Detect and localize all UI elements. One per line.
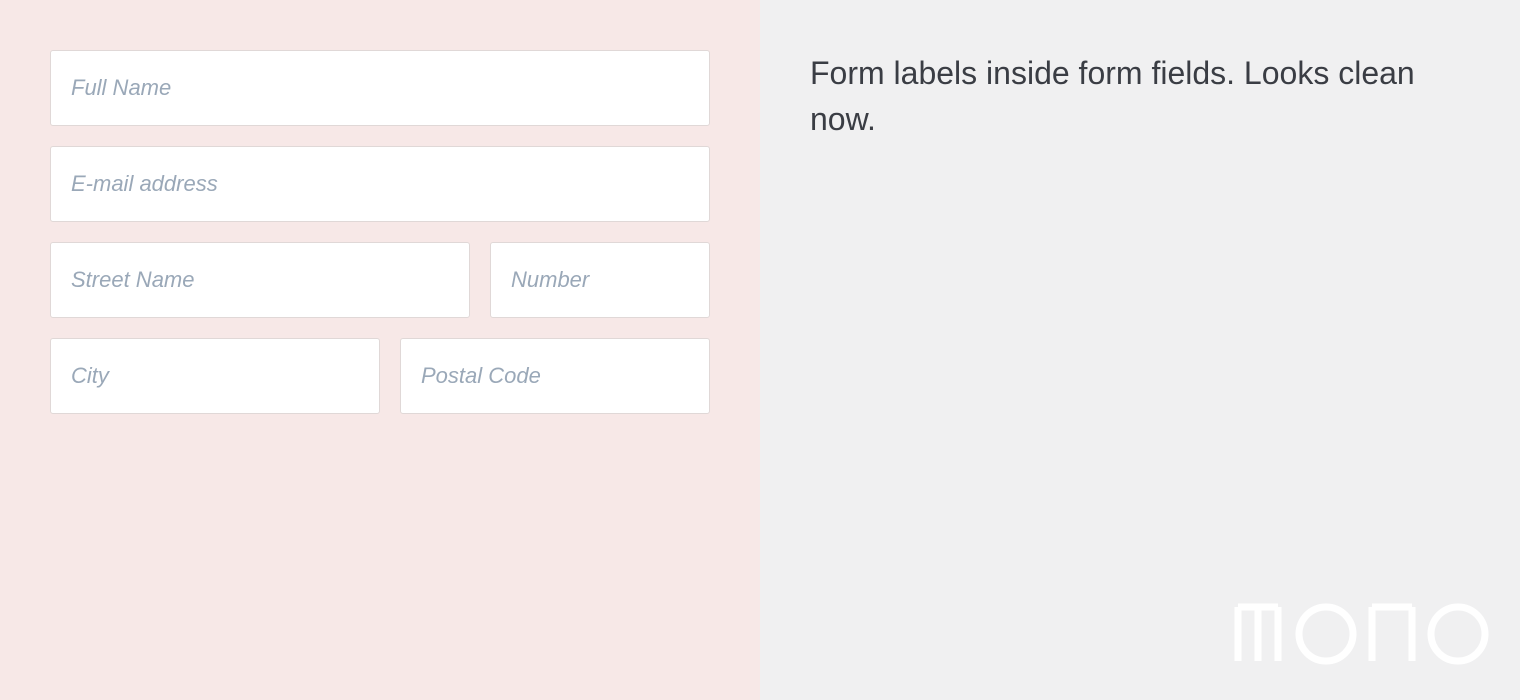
caption-text: Form labels inside form fields. Looks cl… bbox=[810, 50, 1470, 143]
full-name-input[interactable] bbox=[50, 50, 710, 126]
postal-code-input[interactable] bbox=[400, 338, 710, 414]
form-container bbox=[50, 50, 710, 414]
street-name-input[interactable] bbox=[50, 242, 470, 318]
email-input[interactable] bbox=[50, 146, 710, 222]
caption-panel: Form labels inside form fields. Looks cl… bbox=[760, 0, 1520, 700]
number-input[interactable] bbox=[490, 242, 710, 318]
city-input[interactable] bbox=[50, 338, 380, 414]
form-panel bbox=[0, 0, 760, 700]
mono-logo bbox=[1230, 599, 1490, 682]
street-row bbox=[50, 242, 710, 318]
city-row bbox=[50, 338, 710, 414]
